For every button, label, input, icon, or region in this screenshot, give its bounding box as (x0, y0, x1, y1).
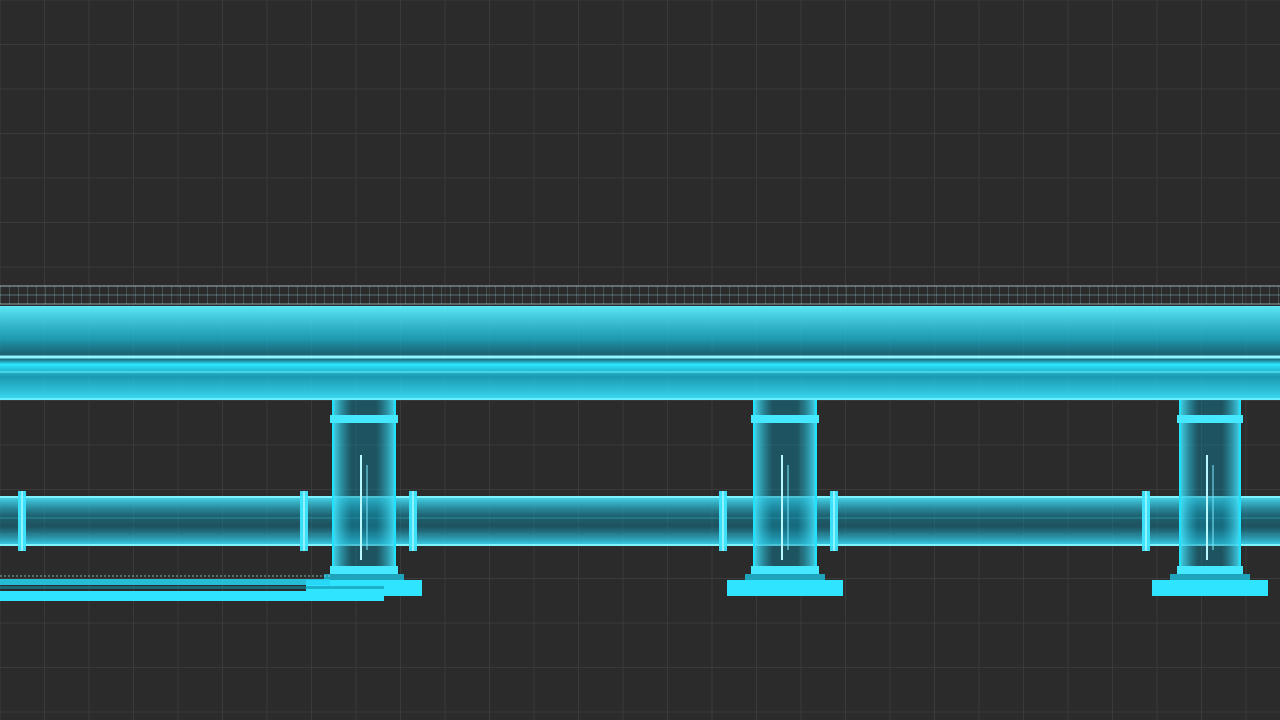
wireframe-viewport (0, 0, 1280, 720)
column-collar (330, 415, 398, 423)
column-base-top (324, 574, 404, 580)
column-base-top (1170, 574, 1250, 580)
column-base (1152, 580, 1268, 596)
wireframe-scene (0, 0, 1280, 720)
column-collar (1177, 415, 1243, 423)
top-mesh-strip (0, 285, 1280, 305)
column-collar (751, 566, 819, 574)
column-collar (330, 566, 398, 574)
column-body (1180, 400, 1240, 572)
column-collar (1177, 566, 1243, 574)
column-base-top (745, 574, 825, 580)
column-body (333, 400, 395, 572)
column-collar (751, 415, 819, 423)
lower-pipe (0, 496, 1280, 546)
bottom-left-beam (0, 575, 384, 601)
column-base (727, 580, 843, 596)
column-body (754, 400, 816, 572)
main-pipe (0, 306, 1280, 400)
